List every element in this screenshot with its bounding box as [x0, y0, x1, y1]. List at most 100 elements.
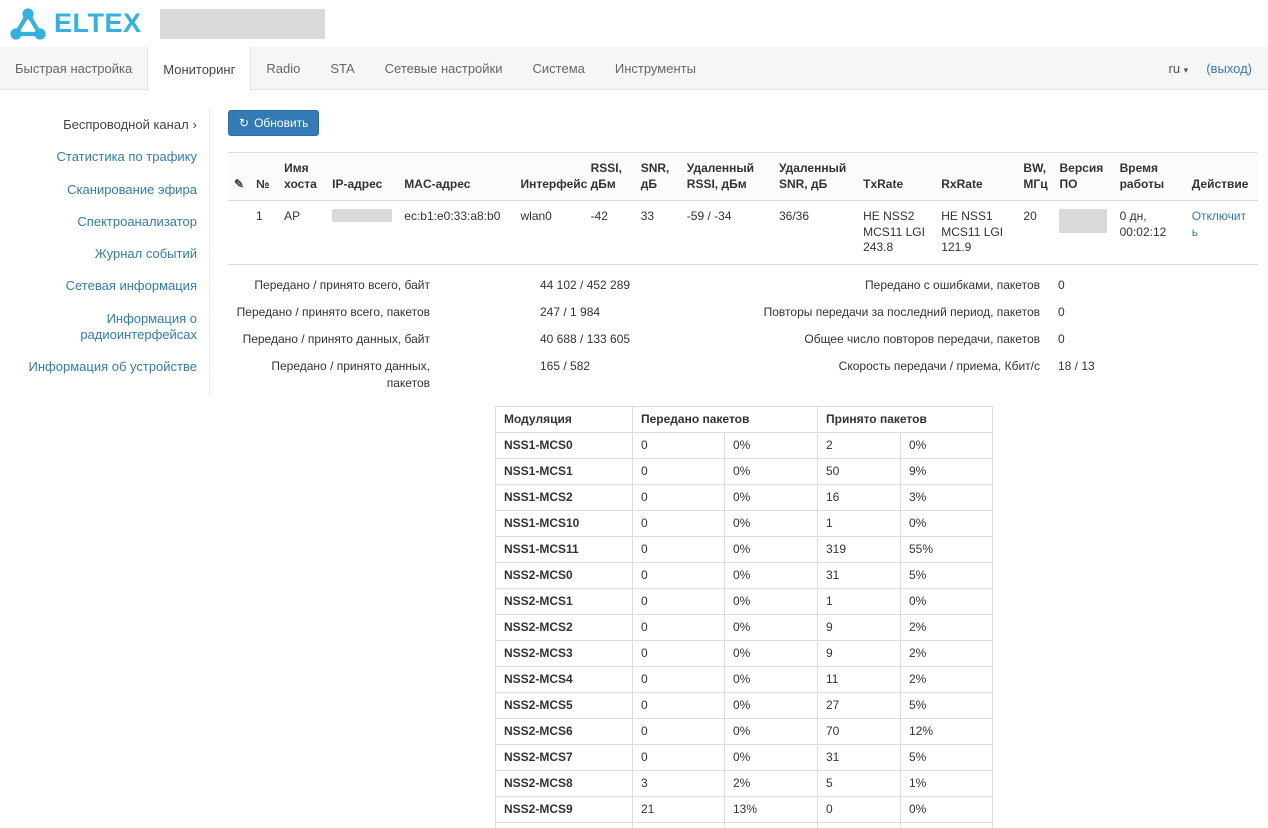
mcs-value-cell: 0%: [725, 510, 818, 536]
sidebar-list: Беспроводной канал›Статистика по трафику…: [0, 109, 210, 397]
stat-value: 18 / 13: [1040, 358, 1258, 375]
client-cell-mac: ec:b1:e0:33:a8:b0: [398, 201, 514, 265]
sidebar-item-wireless-channel[interactable]: Беспроводной канал›: [24, 109, 197, 141]
nav-tab-radio[interactable]: Radio: [251, 47, 315, 90]
ip-redacted: [332, 209, 392, 222]
mcs-value-cell: 0: [818, 796, 901, 822]
stat-label: Общее число повторов передачи, пакетов: [710, 331, 1040, 348]
clients-col-fw-version: Версия ПО: [1053, 153, 1113, 201]
logout-link[interactable]: (выход): [1206, 61, 1252, 76]
stat-value: 40 688 / 133 605: [540, 331, 630, 348]
eltex-logo-text: ELTEX: [54, 8, 142, 39]
client-cell-tx-rate: HE NSS2 MCS11 LGI 243.8: [857, 201, 935, 265]
nav-tab-sta[interactable]: STA: [315, 47, 369, 90]
mcs-row: NSS2-MCS500%275%: [496, 692, 993, 718]
mcs-value-cell: 319: [818, 536, 901, 562]
mcs-value-cell: 1: [818, 510, 901, 536]
mcs-modulation-cell: NSS2-MCS9: [496, 796, 633, 822]
client-cell-rx-rate: HE NSS1 MCS11 LGI 121.9: [935, 201, 1017, 265]
nav-tab-monitoring[interactable]: Мониторинг: [147, 47, 251, 91]
mcs-table-body: NSS1-MCS000%20%NSS1-MCS100%509%NSS1-MCS2…: [496, 432, 993, 828]
stat-label: Передано с ошибками, пакетов: [710, 277, 1040, 294]
mcs-row: NSS1-MCS1100%31955%: [496, 536, 993, 562]
mcs-value-cell: 0%: [725, 458, 818, 484]
stat-value: 0: [1040, 277, 1258, 294]
language-label: ru: [1168, 61, 1180, 76]
sidebar-item-radio-interfaces-info[interactable]: Информация о радиоинтерфейсах: [24, 303, 197, 352]
mcs-value-cell: 0: [633, 614, 725, 640]
mcs-value-cell: 31: [818, 744, 901, 770]
sidebar-item-event-log[interactable]: Журнал событий: [24, 238, 197, 270]
client-cell-action: Отключить: [1186, 201, 1258, 265]
mcs-modulation-cell: NSS1-MCS2: [496, 484, 633, 510]
clients-col-bw: BW, МГц: [1017, 153, 1053, 201]
mcs-value-cell: 9: [818, 614, 901, 640]
mcs-value-cell: 2%: [725, 770, 818, 796]
mcs-modulation-cell: NSS2-MCS3: [496, 640, 633, 666]
disconnect-link[interactable]: Отключить: [1192, 209, 1246, 239]
stat-value: 0: [1040, 304, 1258, 321]
stats-right-column: Передано с ошибками, пакетов0Повторы пер…: [710, 277, 1258, 402]
mcs-value-cell: 0: [633, 588, 725, 614]
sidebar-item-label: Беспроводной канал: [63, 117, 189, 132]
mcs-value-cell: 0%: [725, 744, 818, 770]
mcs-value-cell: 0: [633, 484, 725, 510]
client-cell-snr: 33: [635, 201, 681, 265]
nav-tab-tools[interactable]: Инструменты: [600, 47, 711, 90]
client-cell-edit: [228, 201, 250, 265]
client-cell-rssi: -42: [585, 201, 635, 265]
mcs-modulation-cell: NSS2-MCS2: [496, 614, 633, 640]
mcs-value-cell: 27: [818, 692, 901, 718]
mcs-value-cell: 9%: [901, 458, 993, 484]
clients-col-ip: IP-адрес: [326, 153, 398, 201]
mcs-row: NSS2-MCS400%112%: [496, 666, 993, 692]
mcs-value-cell: 0: [633, 640, 725, 666]
client-cell-bw: 20: [1017, 201, 1053, 265]
mcs-value-cell: 2%: [901, 640, 993, 666]
sidebar-item-label: Информация об устройстве: [29, 359, 197, 374]
client-cell-ip: [326, 201, 398, 265]
sidebar-item-spectrum-analyzer[interactable]: Спектроанализатор: [24, 206, 197, 238]
mcs-modulation-cell: NSS2-MCS10: [496, 822, 633, 828]
sidebar-item-network-info[interactable]: Сетевая информация: [24, 270, 197, 302]
mcs-value-cell: 12%: [901, 718, 993, 744]
sidebar-item-traffic-statistics[interactable]: Статистика по трафику: [24, 141, 197, 173]
stat-row: Повторы передачи за последний период, па…: [710, 304, 1258, 321]
sidebar-item-device-info[interactable]: Информация об устройстве: [24, 351, 197, 383]
client-cell-interface: wlan0: [515, 201, 585, 265]
mcs-value-cell: 11: [818, 666, 901, 692]
clients-col-edit: ✎: [228, 153, 250, 201]
mcs-table: МодуляцияПередано пакетовПринято пакетов…: [495, 406, 993, 828]
mcs-value-cell: 0%: [901, 588, 993, 614]
stat-label: Передано / принято всего, пакетов: [228, 304, 430, 321]
clients-col-num: №: [250, 153, 278, 201]
nav-tabs: Быстрая настройкаМониторингRadioSTAСетев…: [0, 47, 711, 89]
nav-tab-network-settings[interactable]: Сетевые настройки: [370, 47, 518, 90]
fw-version-redacted: [1059, 209, 1107, 233]
mcs-modulation-cell: NSS2-MCS0: [496, 562, 633, 588]
language-selector[interactable]: ru ▾: [1168, 61, 1188, 76]
mcs-value-cell: 0: [633, 458, 725, 484]
mcs-value-cell: 0%: [901, 822, 993, 828]
mcs-value-cell: 0: [633, 666, 725, 692]
stat-label: Передано / принято всего, байт: [228, 277, 430, 294]
stat-row: Передано / принято данных, пакетов165 / …: [228, 358, 710, 392]
sidebar-item-air-scan[interactable]: Сканирование эфира: [24, 174, 197, 206]
sidebar-item-label: Информация о радиоинтерфейсах: [80, 311, 197, 342]
mcs-row: NSS2-MCS832%51%: [496, 770, 993, 796]
mcs-value-cell: 1: [818, 588, 901, 614]
mcs-value-cell: 21: [633, 796, 725, 822]
nav-tab-system[interactable]: Система: [518, 47, 600, 90]
sidebar-item-label: Журнал событий: [95, 246, 197, 261]
mcs-row: NSS1-MCS1000%10%: [496, 510, 993, 536]
mcs-value-cell: 0%: [901, 510, 993, 536]
nav-tab-quick-setup[interactable]: Быстрая настройка: [0, 47, 147, 90]
mcs-row: NSS2-MCS101912%00%: [496, 822, 993, 828]
stat-value: 165 / 582: [540, 358, 590, 392]
stat-row: Передано с ошибками, пакетов0: [710, 277, 1258, 294]
mcs-value-cell: 5%: [901, 692, 993, 718]
sidebar-item-label: Спектроанализатор: [77, 214, 197, 229]
eltex-logo: ELTEX: [8, 5, 142, 43]
refresh-button[interactable]: ↻ Обновить: [228, 110, 319, 136]
device-model-redacted: [160, 9, 325, 39]
